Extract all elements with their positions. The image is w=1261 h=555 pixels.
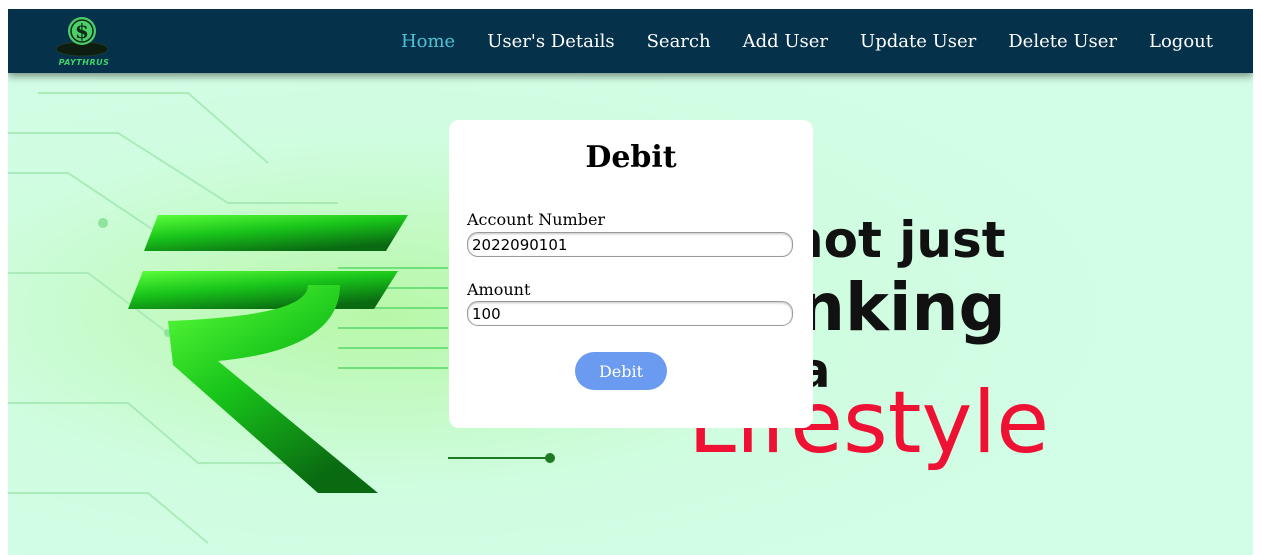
amount-input[interactable] bbox=[467, 301, 793, 326]
tagline-line-1: not just bbox=[788, 211, 1006, 269]
navbar: $ PAYTHRUS Home User's Details Search Ad… bbox=[8, 9, 1253, 73]
page-frame: $ PAYTHRUS Home User's Details Search Ad… bbox=[8, 9, 1253, 555]
svg-text:$: $ bbox=[75, 19, 89, 43]
nav-home[interactable]: Home bbox=[401, 31, 455, 52]
nav-search[interactable]: Search bbox=[647, 31, 711, 52]
debit-button[interactable]: Debit bbox=[575, 352, 667, 390]
debit-form-card: Debit Account Number Amount Debit bbox=[449, 120, 813, 428]
brand-logo[interactable]: $ PAYTHRUS bbox=[48, 13, 116, 71]
nav-delete-user[interactable]: Delete User bbox=[1008, 31, 1117, 52]
nav-users-details[interactable]: User's Details bbox=[487, 31, 614, 52]
form-title: Debit bbox=[585, 140, 677, 175]
brand-name: PAYTHRUS bbox=[58, 58, 110, 67]
nav-add-user[interactable]: Add User bbox=[743, 31, 828, 52]
nav-logout[interactable]: Logout bbox=[1149, 31, 1213, 52]
nav-update-user[interactable]: Update User bbox=[860, 31, 976, 52]
amount-label: Amount bbox=[467, 280, 531, 299]
account-number-label: Account Number bbox=[467, 210, 606, 229]
account-number-input[interactable] bbox=[467, 232, 793, 257]
tagline-line-2: nking bbox=[798, 269, 1006, 346]
nav-links: Home User's Details Search Add User Upda… bbox=[401, 9, 1253, 73]
